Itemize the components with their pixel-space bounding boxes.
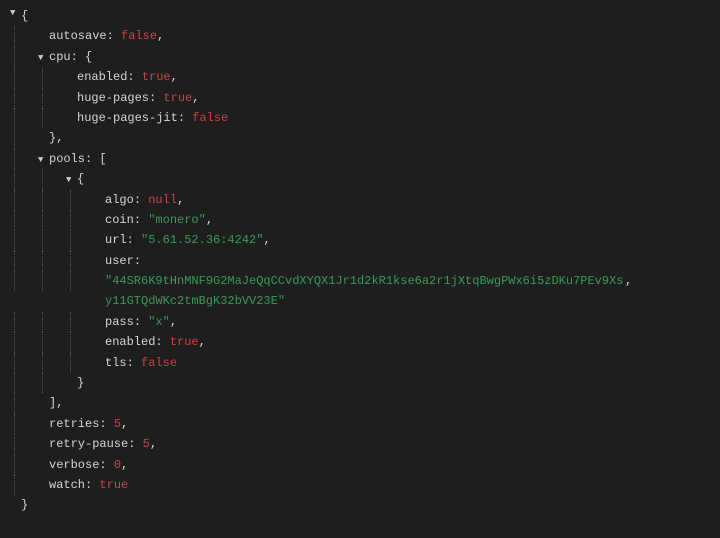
key-coin: coin bbox=[105, 213, 134, 227]
prop-watch: watch: true bbox=[10, 475, 712, 495]
chevron-down-icon[interactable]: ▼ bbox=[10, 6, 20, 21]
value-watch: true bbox=[99, 478, 128, 492]
key-verbose: verbose bbox=[49, 458, 99, 472]
prop-algo: algo: null, bbox=[10, 190, 712, 210]
root-close: } bbox=[10, 495, 712, 515]
key-user: user bbox=[105, 254, 134, 268]
value-cpu-enabled: true bbox=[142, 70, 171, 84]
prop-pools-open: ▼pools: [ bbox=[10, 149, 712, 169]
root-open: ▼{ bbox=[10, 6, 712, 26]
key-retry-pause: retry-pause bbox=[49, 437, 128, 451]
key-algo: algo bbox=[105, 193, 134, 207]
key-cpu-enabled: enabled bbox=[77, 70, 127, 84]
prop-retries: retries: 5, bbox=[10, 414, 712, 434]
prop-cpu-close: }, bbox=[10, 128, 712, 148]
key-pass: pass bbox=[105, 315, 134, 329]
pools-item-close: } bbox=[10, 373, 712, 393]
brace-close: } bbox=[21, 495, 28, 515]
value-url: "5.61.52.36:4242" bbox=[141, 233, 263, 247]
json-tree-viewer: ▼{ autosave: false, ▼cpu: { enabled: tru… bbox=[0, 0, 720, 522]
chevron-down-icon[interactable]: ▼ bbox=[38, 51, 48, 66]
brace-open: { bbox=[21, 6, 28, 26]
key-pools: pools bbox=[49, 152, 85, 166]
prop-coin: coin: "monero", bbox=[10, 210, 712, 230]
key-cpu: cpu bbox=[49, 50, 71, 64]
value-retry-pause: 5 bbox=[143, 437, 150, 451]
prop-tls: tls: false bbox=[10, 353, 712, 373]
prop-pools-close: ], bbox=[10, 393, 712, 413]
value-pool-enabled: true bbox=[170, 335, 199, 349]
value-algo: null bbox=[148, 193, 177, 207]
key-cpu-huge-pages: huge-pages bbox=[77, 91, 149, 105]
prop-url: url: "5.61.52.36:4242", bbox=[10, 230, 712, 250]
value-verbose: 0 bbox=[114, 458, 121, 472]
chevron-down-icon[interactable]: ▼ bbox=[66, 173, 76, 188]
prop-verbose: verbose: 0, bbox=[10, 455, 712, 475]
key-url: url bbox=[105, 233, 127, 247]
value-autosave: false bbox=[121, 29, 157, 43]
key-watch: watch bbox=[49, 478, 85, 492]
prop-user: user: bbox=[10, 251, 712, 271]
value-cpu-huge-pages: true bbox=[163, 91, 192, 105]
value-coin: "monero" bbox=[148, 213, 206, 227]
prop-cpu-enabled: enabled: true, bbox=[10, 67, 712, 87]
key-retries: retries bbox=[49, 417, 99, 431]
key-pool-enabled: enabled bbox=[105, 335, 155, 349]
prop-pass: pass: "x", bbox=[10, 312, 712, 332]
value-retries: 5 bbox=[114, 417, 121, 431]
value-cpu-huge-pages-jit: false bbox=[192, 111, 228, 125]
prop-pool-enabled: enabled: true, bbox=[10, 332, 712, 352]
prop-cpu-huge-pages-jit: huge-pages-jit: false bbox=[10, 108, 712, 128]
value-tls: false bbox=[141, 356, 177, 370]
key-cpu-huge-pages-jit: huge-pages-jit bbox=[77, 111, 178, 125]
prop-autosave: autosave: false, bbox=[10, 26, 712, 46]
key-autosave: autosave bbox=[49, 29, 107, 43]
pools-item-open: ▼{ bbox=[10, 169, 712, 189]
value-pass: "x" bbox=[148, 315, 170, 329]
prop-retry-pause: retry-pause: 5, bbox=[10, 434, 712, 454]
value-user: "44SR6K9tHnMNF9G2MaJeQqCCvdXYQX1Jr1d2kR1… bbox=[105, 271, 625, 312]
chevron-down-icon[interactable]: ▼ bbox=[38, 153, 48, 168]
prop-cpu-huge-pages: huge-pages: true, bbox=[10, 88, 712, 108]
prop-user-value: "44SR6K9tHnMNF9G2MaJeQqCCvdXYQX1Jr1d2kR1… bbox=[10, 271, 712, 312]
prop-cpu-open: ▼cpu: { bbox=[10, 47, 712, 67]
key-tls: tls bbox=[105, 356, 127, 370]
